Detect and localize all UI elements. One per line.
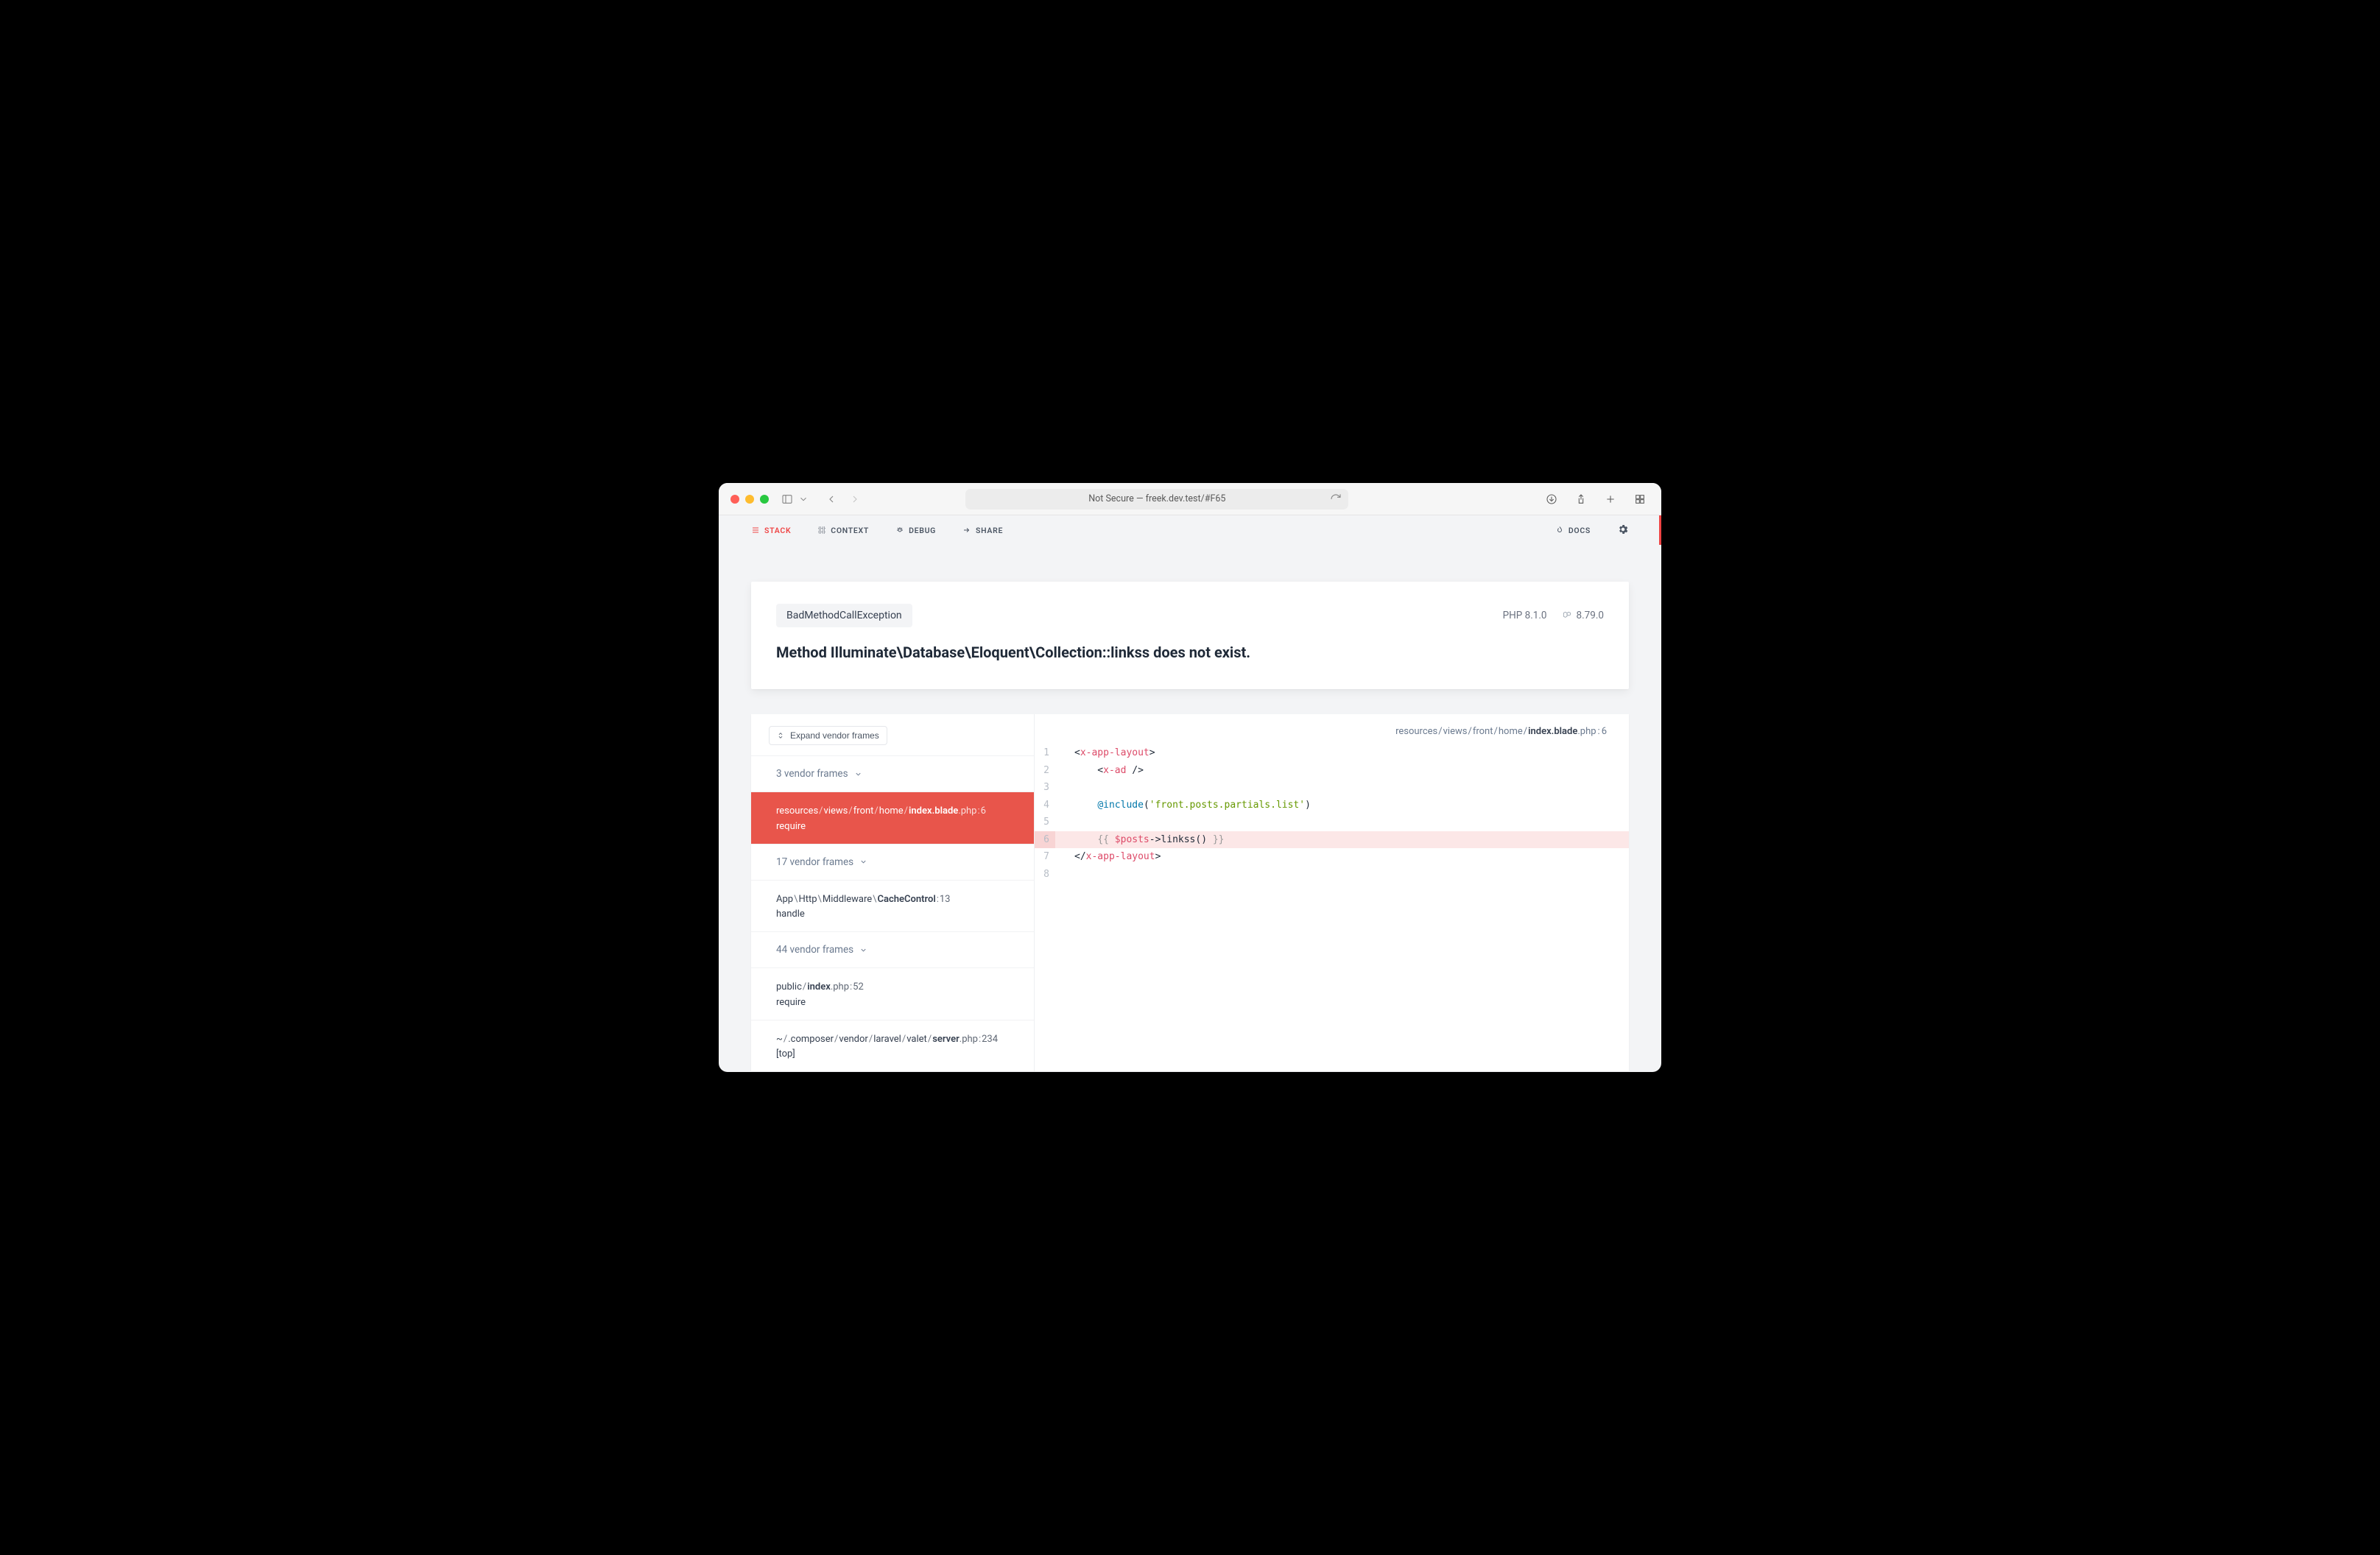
- code-line: 1<x-app-layout>: [1035, 744, 1629, 762]
- chevron-down-icon: [859, 858, 867, 866]
- gear-icon: [1617, 523, 1629, 535]
- code-viewer: 1<x-app-layout>2 <x-ad />34 @include('fr…: [1035, 744, 1629, 883]
- browser-chrome: Not Secure — freek.dev.test/#F65: [719, 483, 1661, 515]
- url-text: Not Secure — freek.dev.test/#F65: [1088, 493, 1225, 504]
- vendor-frames-group[interactable]: 3 vendor frames: [751, 755, 1034, 791]
- nav-label: DEBUG: [909, 526, 936, 535]
- nav-docs[interactable]: DOCS: [1555, 526, 1591, 535]
- share-icon[interactable]: [1571, 490, 1591, 509]
- stack-icon: [751, 526, 760, 535]
- chevron-down-icon: [854, 770, 862, 778]
- nav-label: SHARE: [976, 526, 1003, 535]
- code-line: 2 <x-ad />: [1035, 762, 1629, 780]
- chevron-down-icon: [859, 946, 867, 954]
- nav-label: DOCS: [1569, 526, 1591, 535]
- expand-icon: [777, 731, 784, 740]
- vendor-frames-group[interactable]: 17 vendor frames: [751, 844, 1034, 880]
- code-line: 5: [1035, 814, 1629, 831]
- nav-label: STACK: [764, 526, 791, 535]
- safari-window: Not Secure — freek.dev.test/#F65 STACK: [719, 483, 1661, 1072]
- code-line: 7</x-app-layout>: [1035, 848, 1629, 866]
- settings-button[interactable]: [1617, 523, 1629, 537]
- window-minimize-button[interactable]: [745, 495, 754, 504]
- traffic-lights: [730, 495, 769, 504]
- stack-frame[interactable]: public/index.php:52require: [751, 967, 1034, 1020]
- runtime-meta: PHP 8.1.0 8.79.0: [1503, 610, 1604, 621]
- share-arrow-icon: [962, 526, 971, 535]
- stack-frame[interactable]: ~/.composer/vendor/laravel/valet/server.…: [751, 1020, 1034, 1072]
- code-column: resources/views/front/home/index.blade.p…: [1035, 714, 1629, 1071]
- code-file-path: resources/views/front/home/index.blade.p…: [1035, 714, 1629, 744]
- stack-frame[interactable]: App\Http\Middleware\CacheControl:13handl…: [751, 880, 1034, 932]
- laravel-icon: [1562, 610, 1572, 621]
- nav-forward-button[interactable]: [845, 490, 865, 509]
- window-close-button[interactable]: [730, 495, 739, 504]
- reload-icon[interactable]: [1329, 493, 1342, 506]
- nav-share[interactable]: SHARE: [962, 526, 1003, 535]
- expand-vendor-button[interactable]: Expand vendor frames: [769, 726, 887, 745]
- code-line: 4 @include('front.posts.partials.list'): [1035, 797, 1629, 814]
- tab-overview-icon[interactable]: [1630, 490, 1650, 509]
- nav-label: CONTEXT: [831, 526, 869, 535]
- nav-context[interactable]: CONTEXT: [817, 526, 869, 535]
- nav-debug[interactable]: DEBUG: [895, 526, 936, 535]
- vendor-frames-group[interactable]: 44 vendor frames: [751, 931, 1034, 967]
- exception-card: BadMethodCallException PHP 8.1.0 8.79.0 …: [751, 582, 1629, 689]
- code-line: 3: [1035, 779, 1629, 797]
- window-maximize-button[interactable]: [760, 495, 769, 504]
- code-line: 6 {{ $posts->linkss() }}: [1035, 831, 1629, 849]
- nav-stack[interactable]: STACK: [751, 526, 791, 535]
- stack-frame[interactable]: resources/views/front/home/index.blade.p…: [751, 791, 1034, 844]
- new-tab-icon[interactable]: [1601, 490, 1620, 509]
- exception-message: Method Illuminate\Database\Eloquent\Coll…: [776, 642, 1604, 663]
- context-icon: [817, 526, 826, 535]
- flame-icon: [1555, 526, 1564, 535]
- content-scroll[interactable]: BadMethodCallException PHP 8.1.0 8.79.0 …: [719, 545, 1661, 1072]
- sidebar-toggle-button[interactable]: [778, 490, 797, 509]
- exception-class-badge: BadMethodCallException: [776, 604, 912, 627]
- chevron-down-icon[interactable]: [798, 490, 809, 509]
- nav-back-button[interactable]: [822, 490, 841, 509]
- downloads-icon[interactable]: [1542, 490, 1561, 509]
- bug-icon: [895, 526, 904, 535]
- page-nav: STACK CONTEXT DEBUG SHARE DOCS: [719, 515, 1661, 545]
- stack-panel: Expand vendor frames 3 vendor framesreso…: [751, 714, 1629, 1071]
- stack-frames-column: Expand vendor frames 3 vendor framesreso…: [751, 714, 1035, 1071]
- laravel-version: 8.79.0: [1562, 610, 1604, 621]
- php-version: PHP 8.1.0: [1503, 610, 1547, 621]
- url-bar[interactable]: Not Secure — freek.dev.test/#F65: [965, 489, 1348, 509]
- code-line: 8: [1035, 866, 1629, 884]
